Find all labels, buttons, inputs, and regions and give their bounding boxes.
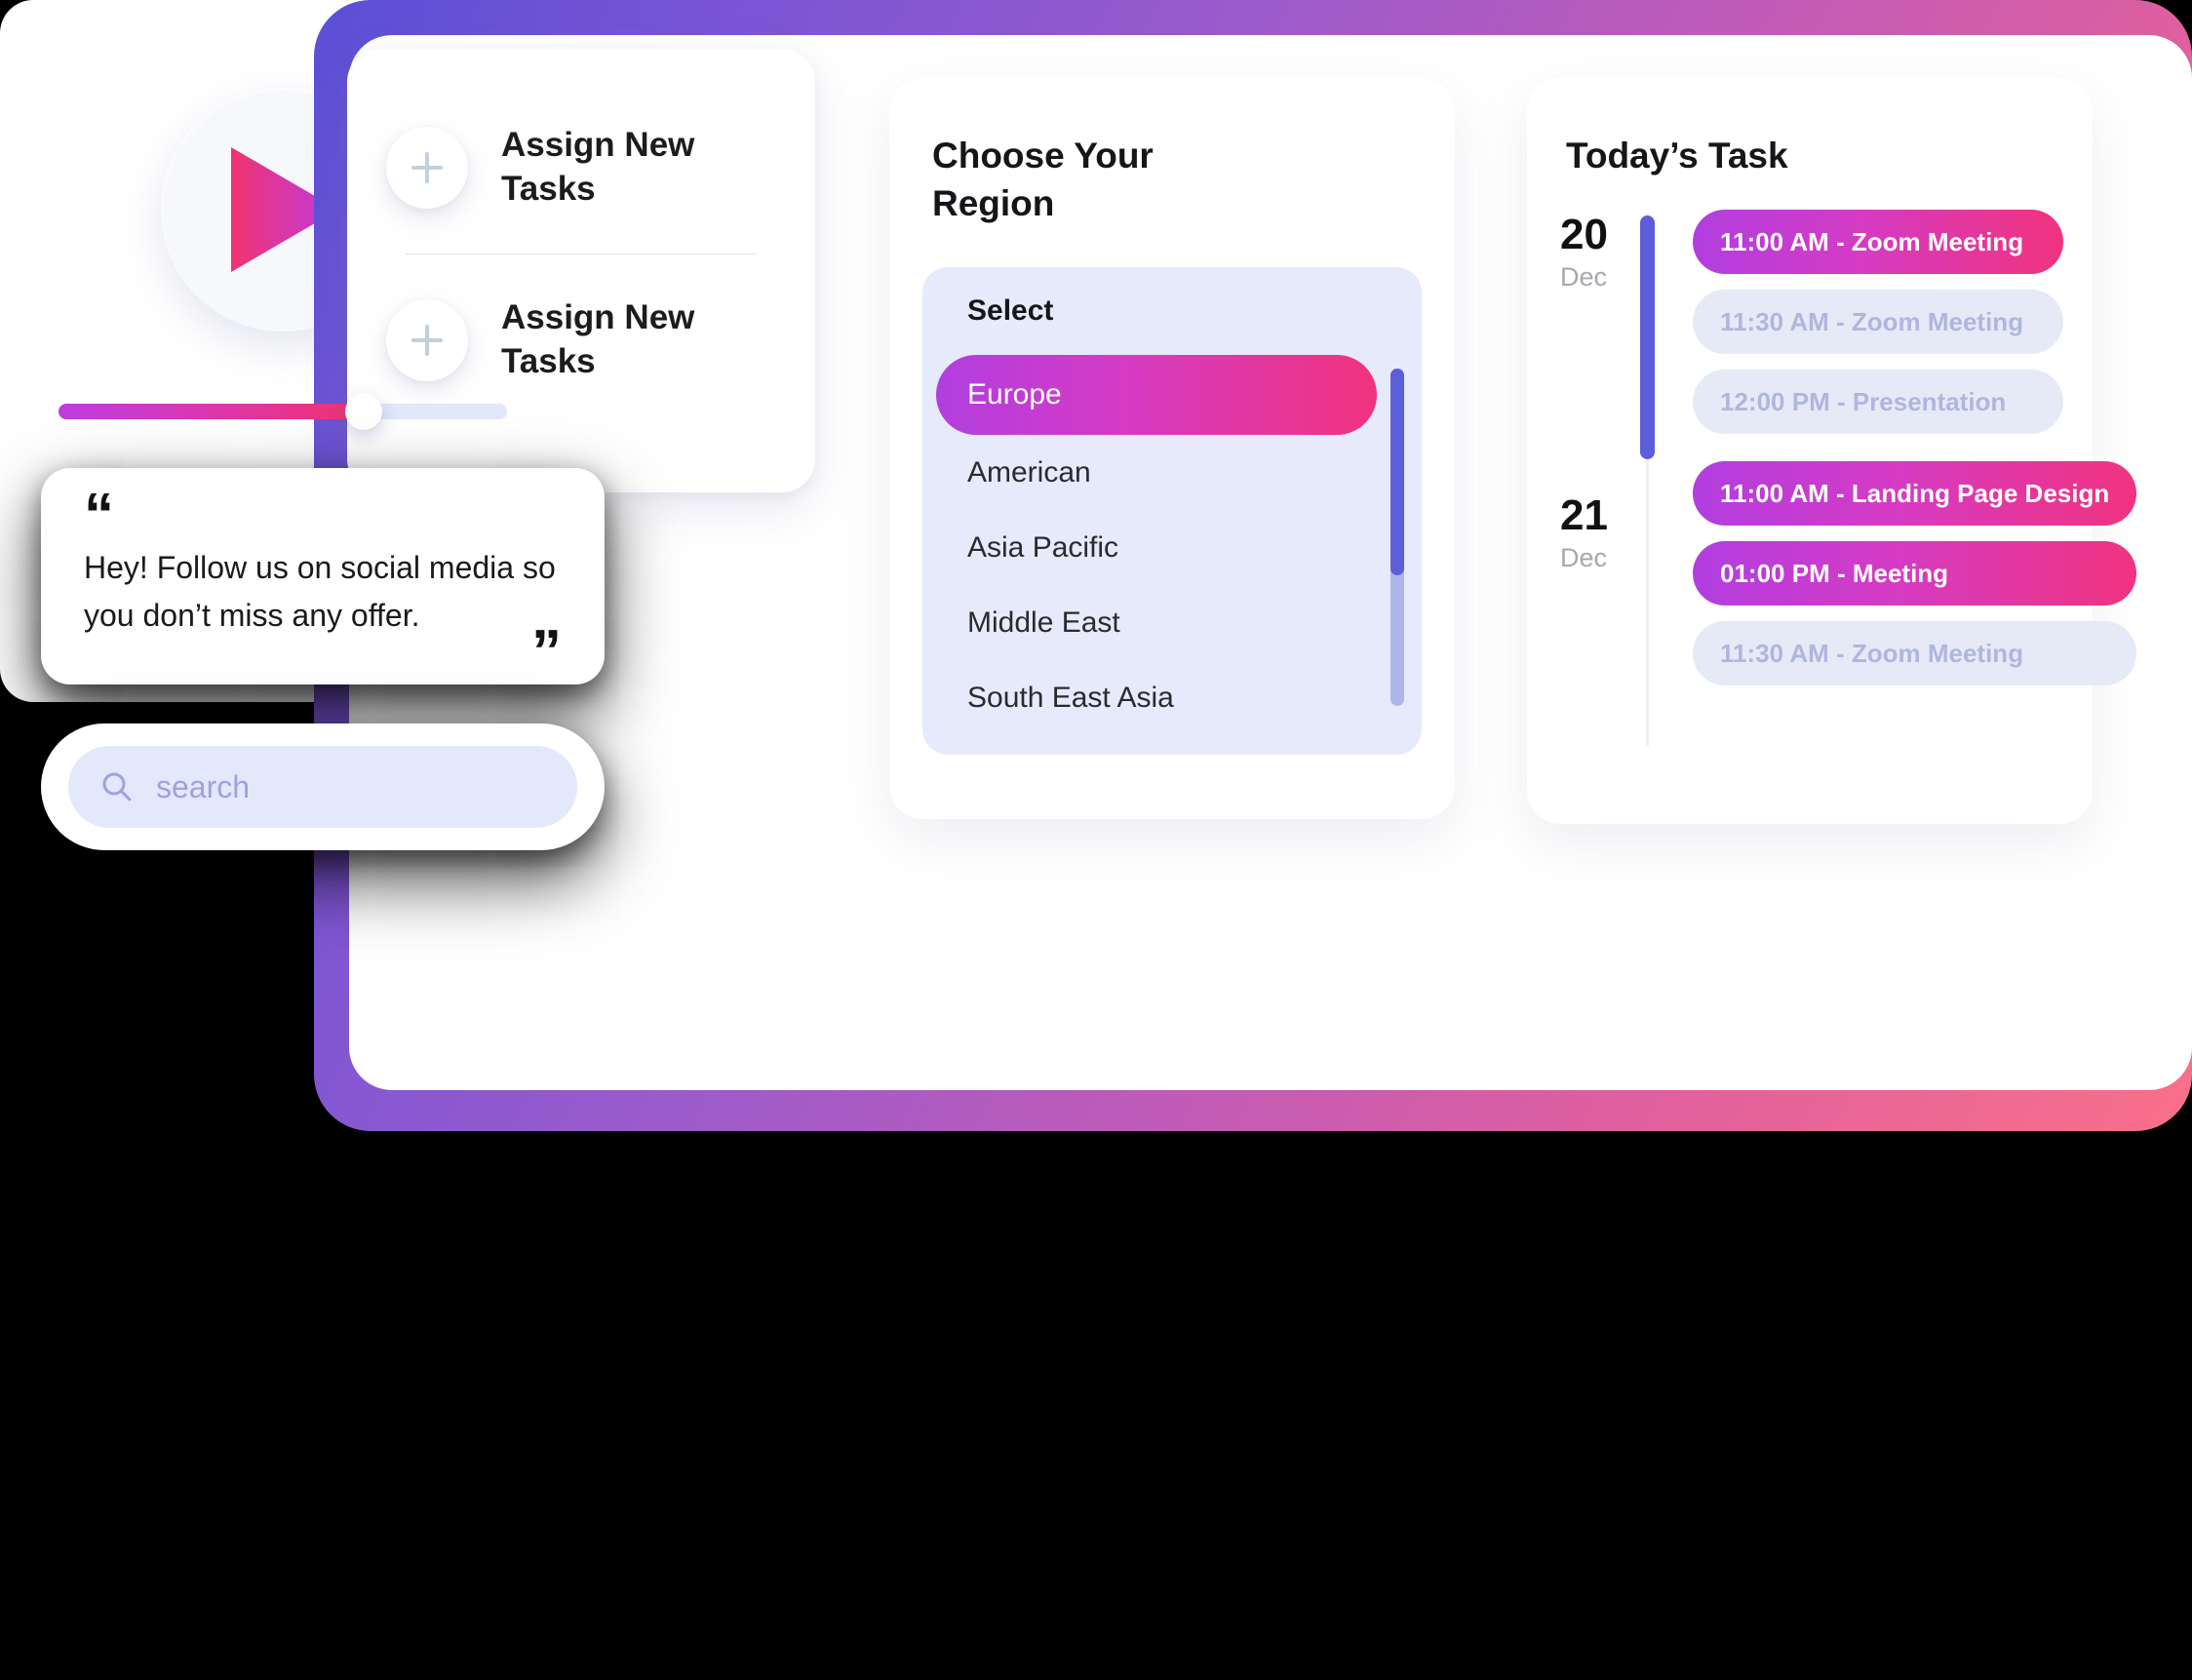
search-input-wrap[interactable]: search bbox=[68, 746, 577, 828]
plus-icon[interactable] bbox=[386, 127, 468, 209]
task-pill-column: 11:00 AM - Landing Page Design 01:00 PM … bbox=[1646, 460, 2137, 685]
progress-thumb[interactable] bbox=[344, 393, 382, 430]
task-pill[interactable]: 11:00 AM - Landing Page Design bbox=[1693, 460, 2137, 526]
progress-slider[interactable] bbox=[59, 393, 507, 430]
region-option-south-east-asia[interactable]: South East Asia bbox=[922, 660, 1422, 735]
assign-task-label: Assign New Tasks bbox=[501, 298, 695, 380]
assign-task-row[interactable]: Assign New Tasks bbox=[347, 82, 815, 254]
region-option-asia-pacific[interactable]: Asia Pacific bbox=[922, 510, 1422, 585]
search-icon bbox=[102, 772, 132, 801]
task-day-month: Dec bbox=[1560, 261, 1608, 292]
region-scrollbar-thumb[interactable] bbox=[1390, 368, 1404, 575]
quote-close-mark: ” bbox=[531, 618, 562, 686]
task-day-group: 21 Dec 11:00 AM - Landing Page Design 01… bbox=[1556, 460, 2137, 685]
quote-text: Hey! Follow us on social media so you do… bbox=[84, 550, 556, 633]
assign-tasks-card: Assign New Tasks Assign New Tasks bbox=[347, 49, 815, 492]
region-select-panel: Select Europe American Asia Pacific Midd… bbox=[922, 266, 1422, 755]
task-day-date: 21 Dec bbox=[1556, 461, 1646, 685]
progress-fill bbox=[59, 404, 364, 419]
region-option-europe[interactable]: Europe bbox=[936, 354, 1377, 435]
search-input[interactable]: search bbox=[156, 769, 250, 805]
task-day-number: 20 bbox=[1560, 210, 1608, 258]
progress-row bbox=[0, 393, 566, 430]
task-day-month: Dec bbox=[1560, 542, 1608, 572]
task-day-date: 20 Dec bbox=[1556, 210, 1646, 434]
task-pill-column: 11:00 AM - Zoom Meeting 11:30 AM - Zoom … bbox=[1646, 209, 2063, 434]
task-pill[interactable]: 11:30 AM - Zoom Meeting bbox=[1693, 289, 2063, 354]
screenshot-stage: Assign New Tasks Assign New Tasks Choose… bbox=[0, 0, 2192, 1680]
task-day-number: 21 bbox=[1560, 490, 1608, 539]
task-day-group: 20 Dec 11:00 AM - Zoom Meeting 11:30 AM … bbox=[1556, 209, 2063, 434]
quote-card: “ Hey! Follow us on social media so you … bbox=[41, 468, 605, 684]
region-option-middle-east[interactable]: Middle East bbox=[922, 585, 1422, 660]
todays-task-card: Today’s Task 20 Dec 11:00 AM - Zoom Meet… bbox=[1527, 78, 2137, 824]
assign-task-label: Assign New Tasks bbox=[501, 126, 695, 208]
search-bar[interactable]: search bbox=[41, 723, 605, 850]
choose-region-card: Choose Your Region Select Europe America… bbox=[889, 78, 1455, 819]
region-select-label: Select bbox=[967, 293, 1054, 327]
task-card-title: Today’s Task bbox=[1566, 136, 1788, 176]
task-timeline: 20 Dec 11:00 AM - Zoom Meeting 11:30 AM … bbox=[1556, 209, 2137, 746]
quote-open-mark: “ bbox=[84, 482, 114, 549]
task-pill[interactable]: 12:00 PM - Presentation bbox=[1693, 369, 2063, 434]
task-pill[interactable]: 11:00 AM - Zoom Meeting bbox=[1693, 209, 2063, 274]
task-pill[interactable]: 01:00 PM - Meeting bbox=[1693, 540, 2137, 606]
region-option-american[interactable]: American bbox=[922, 435, 1422, 510]
region-option-list: Europe American Asia Pacific Middle East… bbox=[922, 354, 1422, 735]
region-card-title: Choose Your Region bbox=[932, 136, 1154, 223]
task-pill[interactable]: 11:30 AM - Zoom Meeting bbox=[1693, 620, 2137, 685]
assign-task-row[interactable]: Assign New Tasks bbox=[347, 254, 815, 426]
plus-icon[interactable] bbox=[386, 299, 468, 381]
